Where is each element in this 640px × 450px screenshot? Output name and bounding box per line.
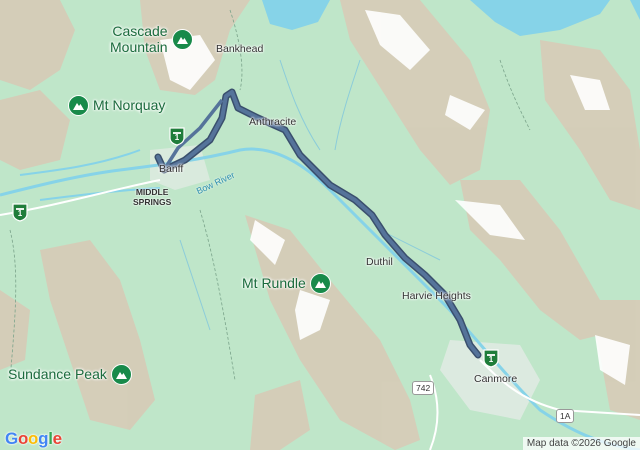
mountain-icon xyxy=(309,273,331,294)
lake xyxy=(262,0,330,30)
logo-letter: e xyxy=(52,429,62,448)
logo-letter: G xyxy=(5,429,18,448)
map-canvas[interactable]: Cascade Mountain Mt Norquay Mt Rundle Su… xyxy=(0,0,640,450)
peak-sundance-peak[interactable]: Sundance Peak xyxy=(8,364,132,385)
peak-name: Sundance Peak xyxy=(8,366,107,382)
highway-number: 1 xyxy=(17,209,23,218)
peak-cascade-mountain[interactable]: Cascade Mountain xyxy=(110,23,193,55)
route-shield-1a[interactable]: 1A xyxy=(556,409,575,423)
mountain-icon xyxy=(171,28,193,50)
logo-letter: g xyxy=(38,429,49,448)
place-label-banff[interactable]: Banff xyxy=(159,163,183,175)
place-label-line: SPRINGS xyxy=(133,197,172,207)
map-attribution[interactable]: Map data ©2026 Google xyxy=(522,437,640,450)
highway-number: 1 xyxy=(174,133,180,142)
place-label-anthracite[interactable]: Anthracite xyxy=(249,116,296,128)
highway-shield-icon[interactable]: 1 xyxy=(12,203,28,222)
google-logo[interactable]: Google xyxy=(5,429,62,449)
lake xyxy=(470,0,610,36)
place-label-line: MIDDLE xyxy=(135,187,169,197)
highway-shield-icon[interactable]: 1 xyxy=(169,127,185,146)
place-label-middle-springs[interactable]: MIDDLE SPRINGS xyxy=(133,187,171,207)
peak-name: Cascade xyxy=(112,23,168,39)
logo-letter: o xyxy=(17,429,29,448)
logo-letter: o xyxy=(28,429,39,448)
route-shield-742[interactable]: 742 xyxy=(412,381,435,395)
place-label-canmore[interactable]: Canmore xyxy=(474,373,517,385)
peak-mt-rundle[interactable]: Mt Rundle xyxy=(242,273,331,294)
place-label-harvie-heights[interactable]: Harvie Heights xyxy=(402,290,471,302)
place-label-duthil[interactable]: Duthil xyxy=(366,256,393,268)
lake xyxy=(630,0,640,20)
highway-number: 1 xyxy=(488,355,494,364)
place-label-bankhead[interactable]: Bankhead xyxy=(216,43,263,55)
peak-name: Mt Norquay xyxy=(93,97,166,113)
peak-mt-norquay[interactable]: Mt Norquay xyxy=(68,95,165,116)
mountain-icon xyxy=(68,95,89,116)
mountain-icon xyxy=(110,364,132,385)
peak-name: Mt Rundle xyxy=(242,275,306,291)
peak-name: Mountain xyxy=(110,39,168,55)
highway-shield-icon[interactable]: 1 xyxy=(483,349,499,368)
